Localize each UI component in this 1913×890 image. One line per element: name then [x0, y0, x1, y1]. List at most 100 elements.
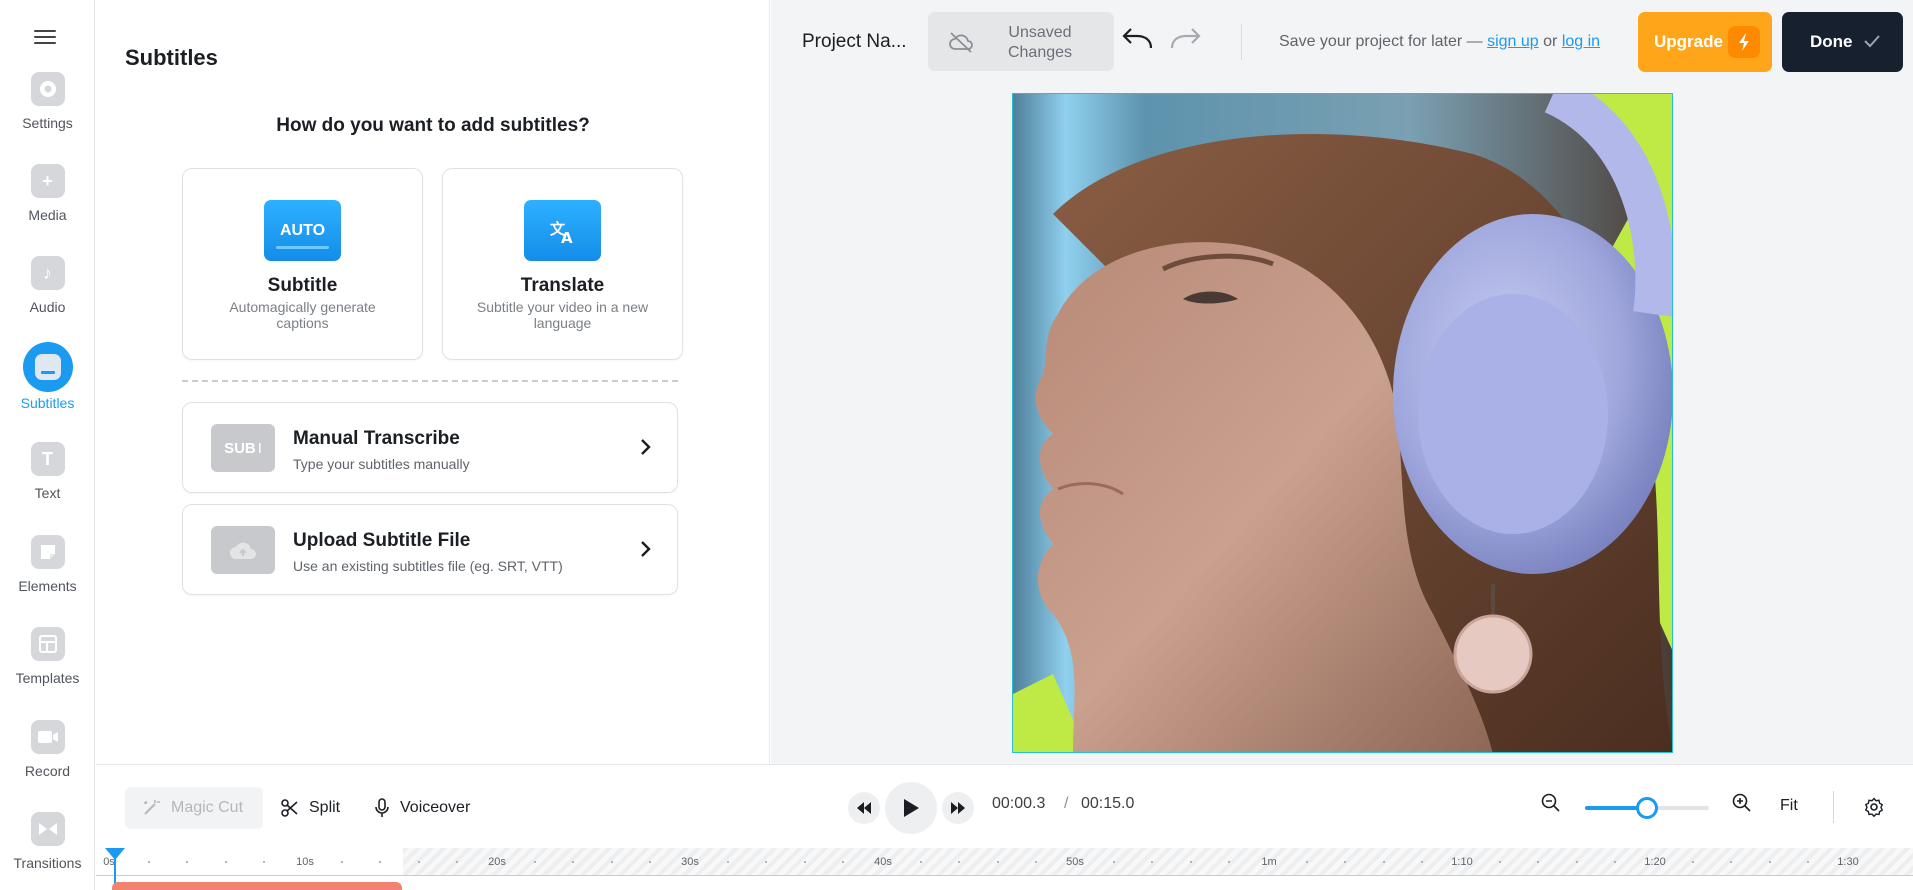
timeline-video-clip[interactable]: [112, 882, 402, 890]
upload-subtitle-title: Upload Subtitle File: [293, 530, 471, 551]
sticker-icon: [30, 535, 65, 569]
ruler-tick: 40s: [874, 856, 892, 868]
log-in-link[interactable]: log in: [1562, 33, 1600, 50]
ruler-minor-tick: [1305, 861, 1308, 863]
voiceover-button[interactable]: Voiceover: [374, 787, 470, 829]
ruler-minor-tick: [803, 861, 806, 863]
rewind-icon: [857, 802, 871, 814]
rail-item-label: Elements: [18, 578, 77, 594]
manual-transcribe-desc: Type your subtitles manually: [293, 456, 470, 472]
redo-icon[interactable]: [1168, 26, 1202, 56]
plus-icon: +: [30, 164, 65, 198]
sign-up-link[interactable]: sign up: [1487, 33, 1539, 50]
ruler-tick: 10s: [296, 856, 314, 868]
unsaved-changes-label: Unsaved Changes: [1007, 24, 1073, 61]
auto-subtitle-card[interactable]: AUTO Subtitle Automagically generate cap…: [182, 168, 423, 360]
done-label: Done: [1810, 32, 1853, 51]
ruler-minor-tick: [996, 861, 999, 863]
upload-cloud-icon: [211, 526, 275, 574]
checkmark-icon: [1864, 35, 1880, 48]
fast-forward-button[interactable]: [942, 792, 974, 824]
auto-badge-icon: AUTO: [264, 200, 341, 261]
auto-subtitle-title: Subtitle: [267, 275, 338, 296]
chevron-right-icon: [641, 541, 651, 557]
play-icon: [904, 799, 919, 817]
upgrade-button[interactable]: Upgrade: [1638, 12, 1772, 72]
ruler-tick: 30s: [681, 856, 699, 868]
ruler-minor-tick: [919, 861, 922, 863]
ruler-minor-tick: [186, 861, 189, 863]
project-name[interactable]: Project Na...: [802, 31, 907, 53]
rewind-button[interactable]: [848, 792, 880, 824]
or-text: or: [1543, 33, 1558, 50]
hamburger-menu-icon[interactable]: [34, 26, 56, 46]
time-ruler[interactable]: 0s 10s 20s 30s 40s 50s 1m 1:10 1:20 1:30: [96, 848, 1913, 876]
translate-icon: 文A: [524, 200, 601, 261]
top-bar: Project Na... Unsaved Changes Save your …: [771, 0, 1913, 84]
zoom-in-icon[interactable]: [1732, 793, 1752, 813]
fast-forward-icon: [951, 802, 965, 814]
ruler-tick: 1:10: [1451, 856, 1473, 868]
ruler-minor-tick: [1112, 861, 1115, 863]
canvas-stage: [771, 84, 1913, 764]
settings-gear-icon[interactable]: [1864, 797, 1884, 817]
panel-title: Subtitles: [125, 45, 218, 70]
camera-icon: [30, 720, 65, 754]
divider: [182, 380, 678, 382]
rail-item-label: Text: [34, 485, 61, 501]
rail-item-label: Transitions: [13, 855, 82, 871]
zoom-slider-handle[interactable]: [1636, 797, 1658, 819]
ruler-tick: 50s: [1066, 856, 1084, 868]
zoom-slider[interactable]: [1585, 797, 1709, 819]
ruler-minor-tick: [610, 861, 613, 863]
ruler-minor-tick: [1575, 861, 1578, 863]
subtitles-icon: [22, 342, 73, 392]
split-button[interactable]: Split: [281, 787, 340, 829]
manual-transcribe-title: Manual Transcribe: [293, 428, 460, 449]
video-preview[interactable]: [1012, 93, 1673, 753]
rail-item-transitions[interactable]: Transitions: [0, 812, 95, 890]
ruler-tick: 20s: [488, 856, 506, 868]
upload-subtitle-desc: Use an existing subtitles file (eg. SRT,…: [293, 558, 563, 574]
zoom-out-icon[interactable]: [1541, 793, 1561, 813]
ruler-minor-tick: [263, 861, 266, 863]
subtitle-method-question: How do you want to add subtitles?: [276, 115, 590, 136]
save-prefix: Save your project for later —: [1279, 33, 1483, 50]
manual-transcribe-option[interactable]: SUB I Manual Transcribe Type your subtitl…: [182, 402, 678, 493]
rail-item-text[interactable]: T Text: [0, 442, 95, 522]
translate-title: Translate: [520, 275, 605, 296]
layout-icon: [30, 627, 65, 661]
save-project-message: Save your project for later — sign up or…: [1279, 33, 1600, 51]
magic-cut-button[interactable]: Magic Cut: [125, 787, 263, 829]
auto-subtitle-desc: Automagically generate captions: [229, 299, 376, 331]
timeline[interactable]: 0s 10s 20s 30s 40s 50s 1m 1:10 1:20 1:30: [96, 848, 1913, 890]
done-button[interactable]: Done: [1782, 12, 1903, 72]
left-rail: Settings + Media ♪ Audio Subtitles T Tex…: [0, 0, 95, 890]
ruler-baseline: [96, 875, 1913, 876]
rail-item-label: Audio: [29, 299, 66, 315]
translate-card[interactable]: 文A Translate Subtitle your video in a ne…: [442, 168, 683, 360]
unsaved-changes-status: Unsaved Changes: [928, 12, 1114, 71]
timeline-empty-region: [403, 848, 1913, 875]
rail-item-media[interactable]: + Media: [0, 164, 95, 244]
ruler-minor-tick: [1691, 861, 1694, 863]
upload-subtitle-file-option[interactable]: Upload Subtitle File Use an existing sub…: [182, 504, 678, 595]
music-note-icon: ♪: [30, 256, 65, 290]
ruler-minor-tick: [379, 861, 382, 863]
rail-item-elements[interactable]: Elements: [0, 535, 95, 615]
rail-item-label: Record: [24, 763, 71, 779]
current-time: 00:00.3: [992, 795, 1046, 812]
rail-item-subtitles[interactable]: Subtitles: [0, 342, 95, 430]
rail-item-label: Subtitles: [20, 395, 75, 411]
ruler-minor-tick: [1498, 861, 1501, 863]
rail-item-settings[interactable]: Settings: [0, 72, 95, 152]
fit-button[interactable]: Fit: [1780, 797, 1798, 815]
chevron-right-icon: [641, 439, 651, 455]
rail-item-record[interactable]: Record: [0, 720, 95, 800]
play-button[interactable]: [885, 782, 937, 834]
rail-item-templates[interactable]: Templates: [0, 627, 95, 707]
undo-icon[interactable]: [1121, 26, 1155, 56]
rail-item-audio[interactable]: ♪ Audio: [0, 256, 95, 336]
ruler-minor-tick: [533, 861, 536, 863]
svg-text:A: A: [561, 229, 573, 247]
